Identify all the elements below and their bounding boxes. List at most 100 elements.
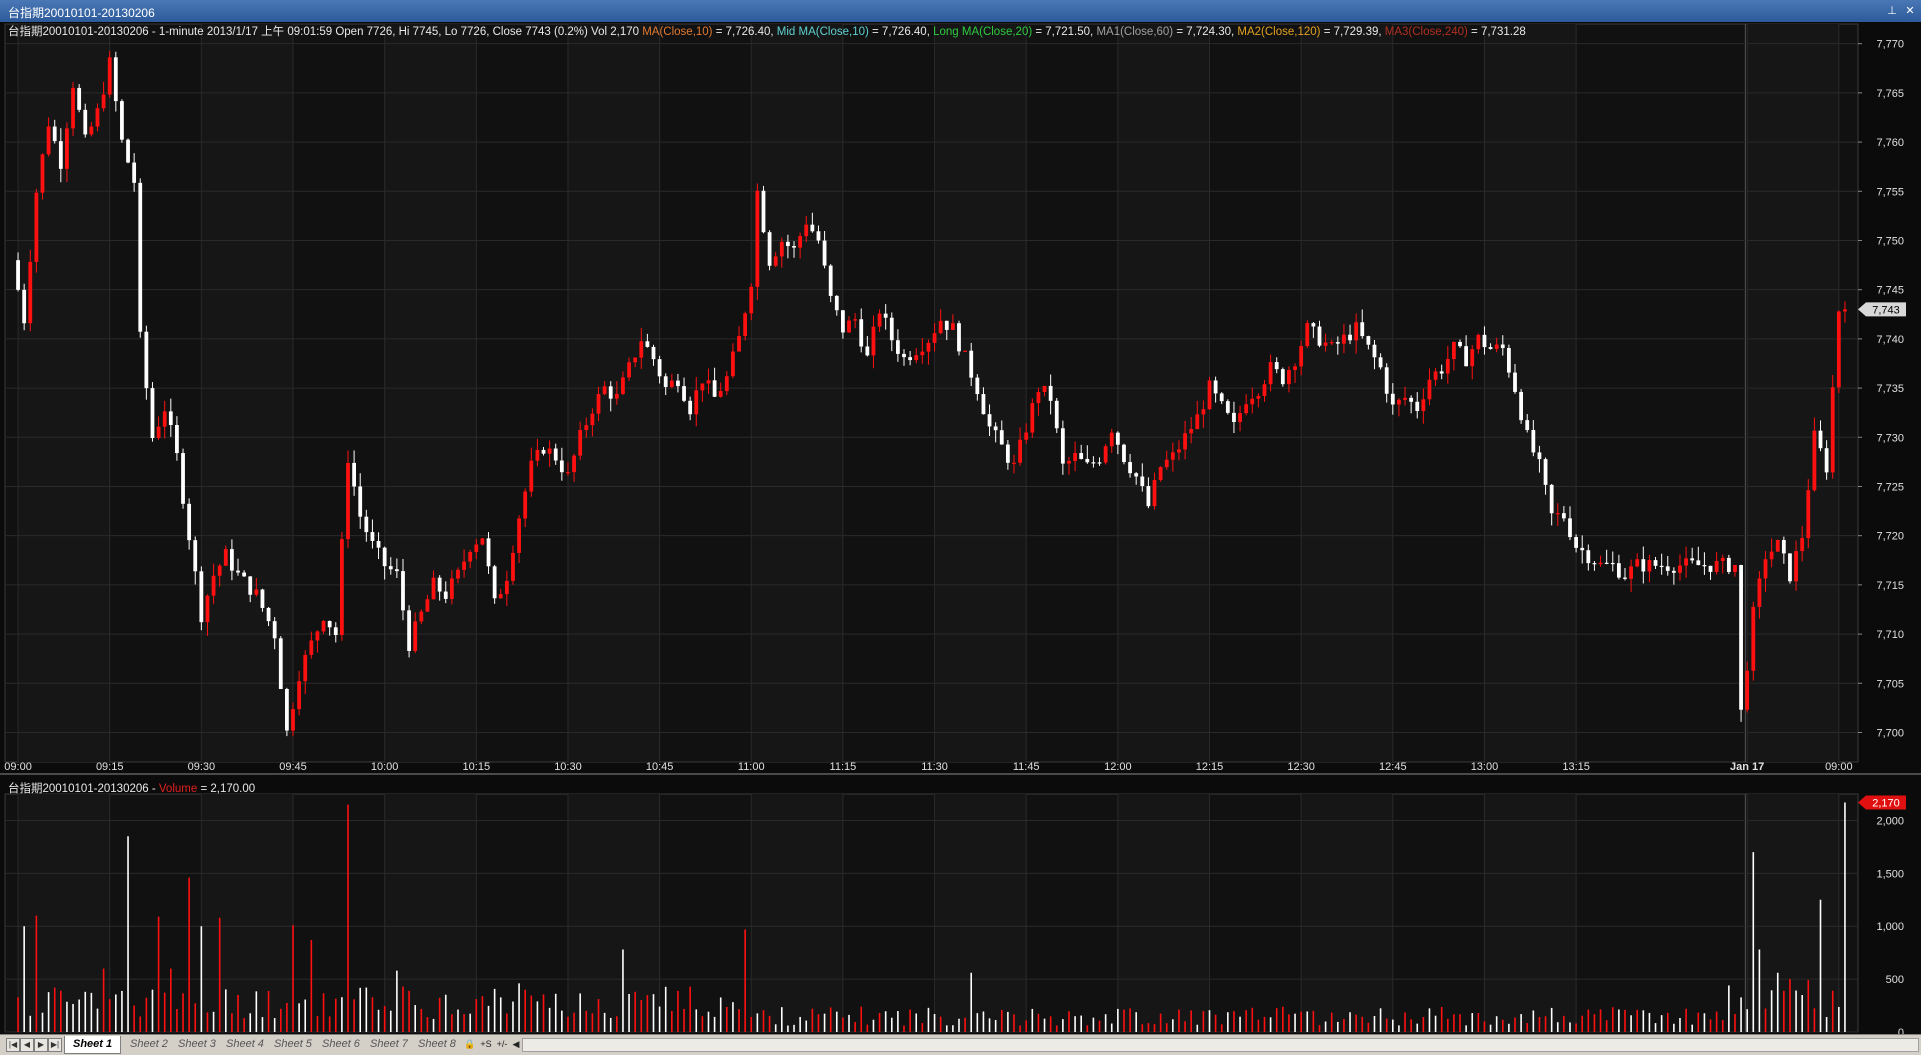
candle-body xyxy=(737,336,741,352)
tab-sheet-5[interactable]: Sheet 5 xyxy=(266,1036,320,1053)
candle-body xyxy=(1299,346,1304,367)
candle-body xyxy=(767,232,772,266)
add-sheet-button[interactable]: +S xyxy=(479,1038,493,1050)
candle-body xyxy=(376,540,381,548)
candle-body xyxy=(456,569,460,579)
candle-body xyxy=(1048,385,1053,401)
time-band xyxy=(18,24,110,762)
candle-body xyxy=(1464,346,1469,367)
horizontal-scrollbar[interactable] xyxy=(522,1038,1919,1052)
volume-tick-label: 1,000 xyxy=(1876,921,1904,933)
candle-body xyxy=(1824,448,1829,473)
tab-sheet-7[interactable]: Sheet 7 xyxy=(362,1036,416,1053)
close-icon[interactable]: ✕ xyxy=(1902,3,1918,19)
candle-body xyxy=(1665,566,1670,571)
candle-body xyxy=(71,87,75,129)
candle-body xyxy=(749,286,754,314)
candle-body xyxy=(1018,439,1022,463)
candle-body xyxy=(22,289,27,324)
candle-body xyxy=(1073,453,1077,461)
candle-body xyxy=(938,320,943,334)
time-band xyxy=(1301,794,1393,1032)
candle-body xyxy=(156,426,161,439)
candle-body xyxy=(58,141,63,169)
candle-body xyxy=(1678,565,1682,573)
indicator-label: MA2(Close,120) xyxy=(1237,26,1320,38)
candle-body xyxy=(1427,379,1432,400)
candle-body xyxy=(1268,362,1273,385)
time-band xyxy=(751,794,843,1032)
tab-sheet-3[interactable]: Sheet 3 xyxy=(170,1036,224,1053)
candle-body xyxy=(77,87,82,110)
candle-body xyxy=(786,241,790,247)
tab-sheet-6[interactable]: Sheet 6 xyxy=(314,1036,368,1053)
pin-icon[interactable]: ⊥ xyxy=(1884,3,1900,19)
candle-body xyxy=(1250,398,1255,405)
candle-body xyxy=(1060,428,1065,464)
candle-body xyxy=(1256,395,1261,399)
indicator-value: = 7,726.40, xyxy=(713,26,777,38)
candle-body xyxy=(1213,380,1218,394)
price-tick-label: 7,720 xyxy=(1876,531,1904,543)
candle-body xyxy=(1091,462,1096,464)
candle-body xyxy=(138,182,143,332)
price-tick-label: 7,730 xyxy=(1876,432,1904,444)
candle-body xyxy=(889,317,894,341)
prev-sheet-button[interactable]: ◀ xyxy=(20,1038,34,1052)
candle-body xyxy=(1830,387,1835,473)
candle-body xyxy=(230,549,234,571)
time-axis-label: 10:00 xyxy=(371,761,399,773)
tab-sheet-4[interactable]: Sheet 4 xyxy=(218,1036,272,1053)
candle-body xyxy=(1403,397,1407,400)
candle-body xyxy=(993,426,998,431)
candle-body xyxy=(419,611,424,622)
candle-body xyxy=(1574,537,1578,548)
candle-body xyxy=(822,240,827,266)
chart-area[interactable]: 7,700 7,705 7,710 7,715 7,720 7,725 7,730 7,735… xyxy=(0,22,1921,1034)
indicator-value: = 7,729.39, xyxy=(1321,26,1385,38)
candle-body xyxy=(676,380,680,387)
tab-sheet-8[interactable]: Sheet 8 xyxy=(410,1036,464,1053)
candle-body xyxy=(34,192,39,262)
candle-body xyxy=(1788,553,1792,582)
candle-body xyxy=(1610,562,1615,565)
last-sheet-button[interactable]: ▶| xyxy=(48,1038,62,1052)
candle-body xyxy=(1024,432,1029,440)
candle-body xyxy=(1476,334,1481,350)
next-sheet-button[interactable]: ▶ xyxy=(34,1038,48,1052)
candle-body xyxy=(669,380,674,387)
candle-body xyxy=(217,565,222,576)
tab-sheet-2[interactable]: Sheet 2 xyxy=(122,1036,176,1053)
indicator-value: = 7,721.50, xyxy=(1032,26,1096,38)
candle-body xyxy=(1653,560,1658,566)
scroll-left-icon[interactable]: ◀ xyxy=(509,1038,523,1050)
candle-body xyxy=(950,323,955,330)
zoom-toggle-button[interactable]: +/- xyxy=(495,1038,509,1050)
candle-body xyxy=(248,576,253,595)
candle-body xyxy=(1293,366,1297,371)
price-tick-label: 7,740 xyxy=(1876,334,1904,346)
candle-body xyxy=(1012,462,1016,464)
time-axis-label: 12:00 xyxy=(1104,761,1132,773)
candle-body xyxy=(847,320,851,333)
candle-body xyxy=(1397,399,1401,405)
candle-body xyxy=(1170,452,1175,460)
candle-body xyxy=(755,190,760,287)
first-sheet-button[interactable]: |◀ xyxy=(6,1038,20,1052)
tab-sheet-1[interactable]: Sheet 1 xyxy=(64,1036,122,1054)
candle-body xyxy=(1372,344,1377,358)
candle-body xyxy=(358,486,363,517)
lock-icon[interactable]: 🔒 xyxy=(463,1038,477,1050)
candle-body xyxy=(285,689,289,731)
indicator-label: Mid MA(Close,10) xyxy=(777,26,869,38)
candle-body xyxy=(944,320,949,330)
candle-body xyxy=(810,224,815,232)
candle-body xyxy=(315,631,320,641)
candle-body xyxy=(1531,430,1536,453)
time-band xyxy=(567,794,660,1032)
time-axis-label: 09:00 xyxy=(4,761,32,773)
candle-body xyxy=(816,231,821,241)
candle-body xyxy=(1195,414,1200,430)
time-axis-label: 11:45 xyxy=(1013,761,1040,773)
candle-body xyxy=(297,681,302,710)
